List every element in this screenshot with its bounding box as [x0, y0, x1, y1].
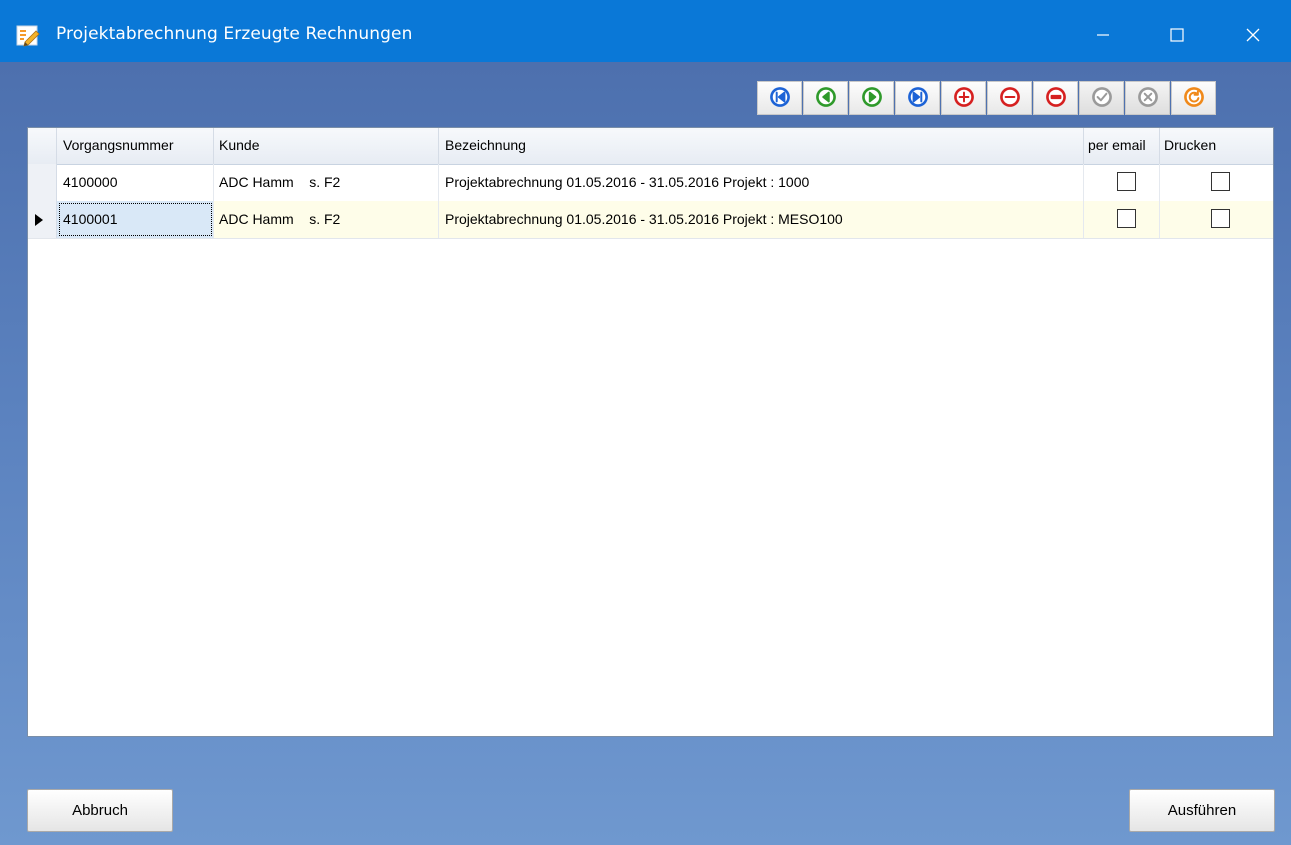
refresh-record-icon — [1183, 86, 1205, 111]
post-record-icon — [1091, 86, 1113, 111]
minimize-button[interactable] — [1080, 12, 1126, 58]
edit-record-icon — [1045, 86, 1067, 111]
header-per-email[interactable]: per email — [1084, 128, 1160, 164]
cell-bezeichnung[interactable]: Projektabrechnung 01.05.2016 - 31.05.201… — [439, 164, 1084, 201]
grid-header: Vorgangsnummer Kunde Bezeichnung per ema… — [28, 128, 1273, 165]
cell-value: Projektabrechnung 01.05.2016 - 31.05.201… — [445, 211, 843, 227]
close-icon — [1245, 27, 1261, 43]
maximize-button[interactable] — [1154, 12, 1200, 58]
next-record-button[interactable] — [849, 81, 894, 115]
cancel-button[interactable]: Abbruch — [27, 789, 173, 832]
record-navigator — [757, 81, 1273, 115]
cancel-record-button[interactable] — [1125, 81, 1170, 115]
header-drucken[interactable]: Drucken — [1160, 128, 1273, 164]
row-indicator[interactable] — [28, 201, 57, 238]
table-row[interactable]: 4100000 ADC Hamm s. F2 Projektabrechnung… — [28, 164, 1273, 202]
first-record-icon — [769, 86, 791, 111]
header-label: Bezeichnung — [445, 137, 526, 153]
header-label: per email — [1088, 137, 1146, 153]
refresh-record-button[interactable] — [1171, 81, 1216, 115]
cell-value: Projektabrechnung 01.05.2016 - 31.05.201… — [445, 174, 810, 190]
last-record-icon — [907, 86, 929, 111]
drucken-checkbox[interactable] — [1211, 209, 1230, 228]
cell-bezeichnung[interactable]: Projektabrechnung 01.05.2016 - 31.05.201… — [439, 201, 1084, 238]
cell-drucken — [1160, 164, 1273, 201]
header-label: Drucken — [1164, 137, 1217, 153]
previous-record-icon — [815, 86, 837, 111]
cell-per-email — [1084, 201, 1160, 238]
cell-value: 4100001 — [63, 211, 118, 227]
cancel-record-icon — [1137, 86, 1159, 111]
header-bezeichnung[interactable]: Bezeichnung — [439, 128, 1084, 164]
title-bar[interactable]: Projektabrechnung Erzeugte Rechnungen — [0, 0, 1291, 62]
delete-record-button[interactable] — [987, 81, 1032, 115]
header-label: Vorgangsnummer — [63, 137, 174, 153]
header-indicator-column — [28, 128, 57, 164]
header-kunde[interactable]: Kunde — [214, 128, 439, 164]
application-window: Projektabrechnung Erzeugte Rechnungen Vo… — [0, 0, 1291, 845]
header-vorgangsnummer[interactable]: Vorgangsnummer — [57, 128, 214, 164]
per-email-checkbox[interactable] — [1117, 209, 1136, 228]
cell-vorgangsnummer[interactable]: 4100000 — [57, 164, 214, 201]
first-record-button[interactable] — [757, 81, 802, 115]
previous-record-button[interactable] — [803, 81, 848, 115]
cell-value: ADC Hamm s. F2 — [219, 211, 341, 227]
app-edit-icon — [16, 25, 42, 47]
add-record-icon — [953, 86, 975, 111]
add-record-button[interactable] — [941, 81, 986, 115]
cell-vorgangsnummer[interactable]: 4100001 — [57, 201, 214, 238]
cell-kunde[interactable]: ADC Hamm s. F2 — [214, 164, 439, 201]
cell-value: ADC Hamm s. F2 — [219, 174, 341, 190]
next-record-icon — [861, 86, 883, 111]
minimize-icon — [1096, 28, 1110, 42]
post-record-button[interactable] — [1079, 81, 1124, 115]
table-row-selected[interactable]: 4100001 ADC Hamm s. F2 Projektabrechnung… — [28, 201, 1273, 239]
invoices-grid[interactable]: Vorgangsnummer Kunde Bezeichnung per ema… — [27, 127, 1274, 737]
close-button[interactable] — [1230, 12, 1276, 58]
drucken-checkbox[interactable] — [1211, 172, 1230, 191]
per-email-checkbox[interactable] — [1117, 172, 1136, 191]
header-label: Kunde — [219, 137, 260, 153]
cell-value: 4100000 — [63, 174, 118, 190]
cell-per-email — [1084, 164, 1160, 201]
cell-kunde[interactable]: ADC Hamm s. F2 — [214, 201, 439, 238]
current-row-arrow-icon — [35, 213, 43, 229]
delete-record-icon — [999, 86, 1021, 111]
row-indicator[interactable] — [28, 164, 57, 201]
last-record-button[interactable] — [895, 81, 940, 115]
edit-record-button[interactable] — [1033, 81, 1078, 115]
cell-drucken — [1160, 201, 1273, 238]
window-title: Projektabrechnung Erzeugte Rechnungen — [56, 24, 413, 44]
execute-button[interactable]: Ausführen — [1129, 789, 1275, 832]
maximize-icon — [1170, 28, 1184, 42]
